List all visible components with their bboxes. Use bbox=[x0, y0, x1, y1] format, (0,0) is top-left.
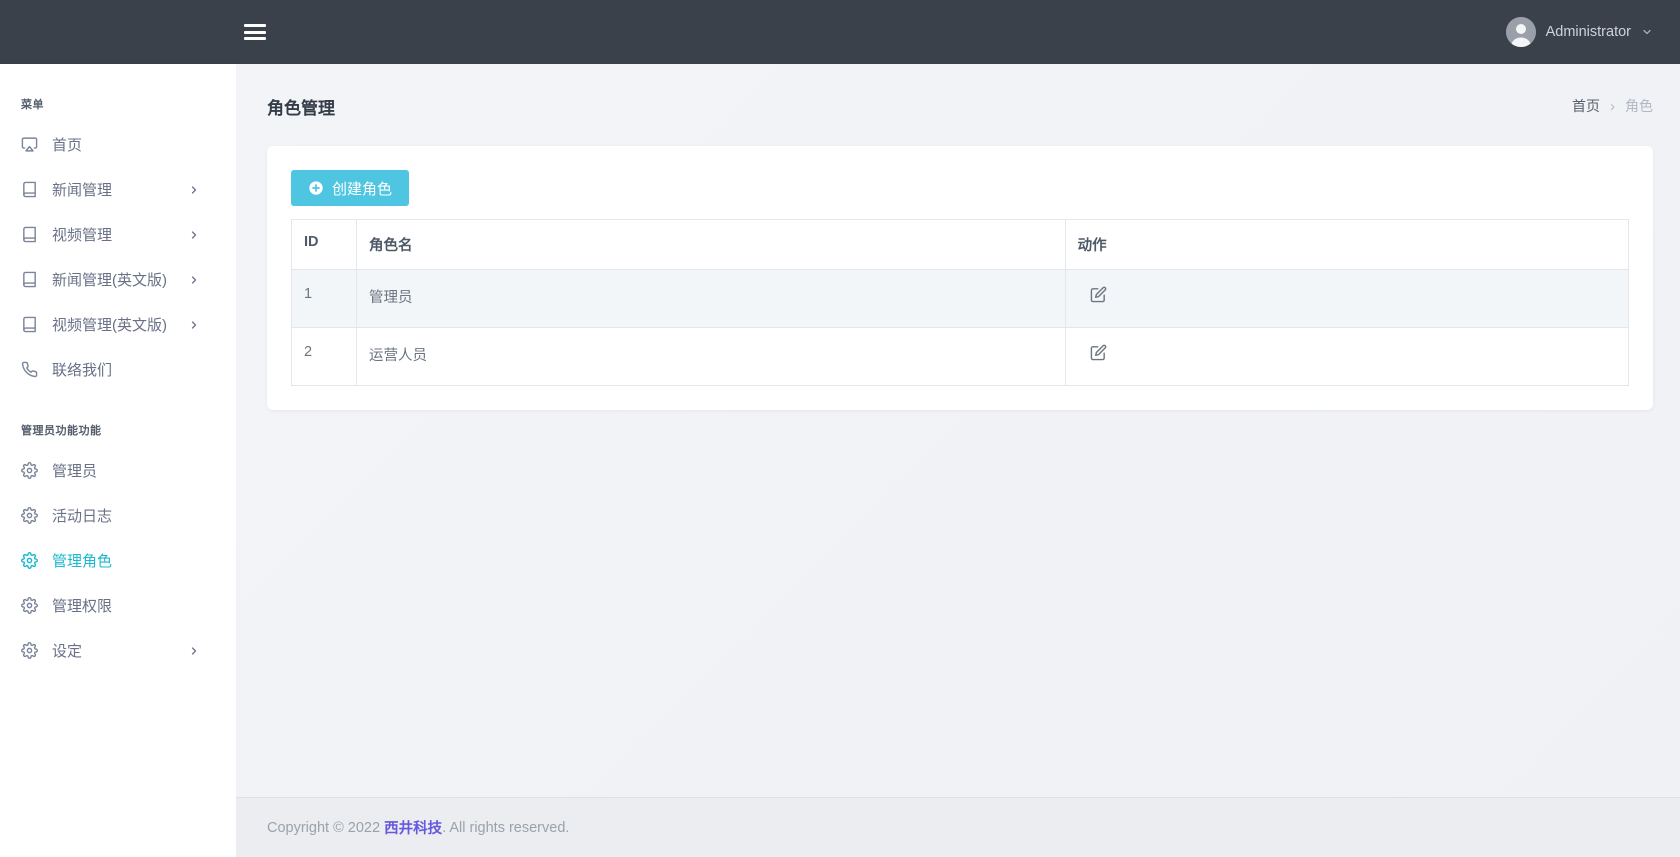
chevron-right-icon bbox=[188, 319, 200, 331]
sidebar-item-admins[interactable]: 管理员 bbox=[0, 448, 236, 493]
sidebar-item-label: 管理员 bbox=[52, 460, 200, 481]
book-icon bbox=[21, 181, 38, 198]
book-icon bbox=[21, 226, 38, 243]
hamburger-icon bbox=[244, 24, 266, 27]
monitor-icon bbox=[21, 136, 38, 153]
breadcrumb-separator-icon: › bbox=[1610, 98, 1615, 115]
sidebar: 菜单 首页 新闻管理 视频管理 新闻管理(英文版) 视频管理(英文版) 联络 bbox=[0, 64, 236, 857]
plus-circle-icon bbox=[308, 180, 324, 196]
column-header-actions: 动作 bbox=[1065, 220, 1628, 270]
edit-role-button[interactable] bbox=[1090, 344, 1107, 361]
role-name-cell: 管理员 bbox=[357, 270, 1066, 328]
sidebar-item-manage-roles[interactable]: 管理角色 bbox=[0, 538, 236, 583]
company-link[interactable]: 西井科技 bbox=[384, 817, 442, 838]
sidebar-item-contact[interactable]: 联络我们 bbox=[0, 347, 236, 392]
role-id-cell: 2 bbox=[292, 328, 357, 386]
gear-icon bbox=[21, 462, 38, 479]
sidebar-item-label: 联络我们 bbox=[52, 359, 200, 380]
table-row: 2 运营人员 bbox=[292, 328, 1629, 386]
sidebar-item-activity-log[interactable]: 活动日志 bbox=[0, 493, 236, 538]
sidebar-item-label: 设定 bbox=[52, 640, 188, 661]
gear-icon bbox=[21, 552, 38, 569]
gear-icon bbox=[21, 597, 38, 614]
edit-role-button[interactable] bbox=[1090, 286, 1107, 303]
gear-icon bbox=[21, 507, 38, 524]
sidebar-item-manage-permissions[interactable]: 管理权限 bbox=[0, 583, 236, 628]
page-header: 角色管理 首页 › 角色 bbox=[267, 89, 1653, 123]
role-actions-cell bbox=[1065, 270, 1628, 328]
top-navbar: Administrator bbox=[0, 0, 1680, 64]
sidebar-toggle-button[interactable] bbox=[244, 24, 266, 40]
chevron-right-icon bbox=[188, 229, 200, 241]
chevron-right-icon bbox=[188, 645, 200, 657]
edit-icon bbox=[1090, 344, 1107, 361]
sidebar-item-label: 视频管理 bbox=[52, 224, 188, 245]
sidebar-section-admin: 管理员功能功能 bbox=[0, 392, 236, 448]
sidebar-item-label: 视频管理(英文版) bbox=[52, 314, 188, 335]
sidebar-item-video[interactable]: 视频管理 bbox=[0, 212, 236, 257]
table-row: 1 管理员 bbox=[292, 270, 1629, 328]
username-label: Administrator bbox=[1546, 24, 1631, 40]
phone-icon bbox=[21, 361, 38, 378]
sidebar-item-label: 管理权限 bbox=[52, 595, 200, 616]
sidebar-item-label: 新闻管理 bbox=[52, 179, 188, 200]
hamburger-icon bbox=[244, 37, 266, 40]
create-role-button-label: 创建角色 bbox=[332, 178, 392, 199]
copyright-suffix: . All rights reserved. bbox=[442, 820, 569, 836]
roles-card: 创建角色 ID 角色名 动作 1 管理员 bbox=[267, 146, 1653, 410]
chevron-down-icon bbox=[1641, 26, 1653, 38]
sidebar-item-news[interactable]: 新闻管理 bbox=[0, 167, 236, 212]
role-name-cell: 运营人员 bbox=[357, 328, 1066, 386]
footer: Copyright © 2022 西井科技. All rights reserv… bbox=[236, 797, 1680, 857]
sidebar-item-label: 管理角色 bbox=[52, 550, 200, 571]
chevron-right-icon bbox=[188, 184, 200, 196]
user-dropdown[interactable]: Administrator bbox=[1506, 17, 1653, 47]
table-header-row: ID 角色名 动作 bbox=[292, 220, 1629, 270]
chevron-right-icon bbox=[188, 274, 200, 286]
sidebar-section-menu: 菜单 bbox=[0, 64, 236, 122]
column-header-name: 角色名 bbox=[357, 220, 1066, 270]
sidebar-item-settings[interactable]: 设定 bbox=[0, 628, 236, 673]
column-header-id: ID bbox=[292, 220, 357, 270]
sidebar-item-label: 首页 bbox=[52, 134, 200, 155]
role-id-cell: 1 bbox=[292, 270, 357, 328]
page-content: 角色管理 首页 › 角色 创建角色 ID 角色名 bbox=[236, 64, 1680, 797]
book-icon bbox=[21, 316, 38, 333]
sidebar-item-label: 活动日志 bbox=[52, 505, 200, 526]
avatar bbox=[1506, 17, 1536, 47]
role-actions-cell bbox=[1065, 328, 1628, 386]
edit-icon bbox=[1090, 286, 1107, 303]
sidebar-item-home[interactable]: 首页 bbox=[0, 122, 236, 167]
sidebar-item-news-en[interactable]: 新闻管理(英文版) bbox=[0, 257, 236, 302]
breadcrumb: 首页 › 角色 bbox=[1572, 96, 1653, 116]
hamburger-icon bbox=[244, 31, 266, 34]
copyright-text: Copyright © 2022 bbox=[267, 820, 380, 836]
sidebar-item-video-en[interactable]: 视频管理(英文版) bbox=[0, 302, 236, 347]
breadcrumb-home-link[interactable]: 首页 bbox=[1572, 96, 1600, 116]
book-icon bbox=[21, 271, 38, 288]
page-title: 角色管理 bbox=[267, 94, 335, 119]
breadcrumb-current: 角色 bbox=[1625, 96, 1653, 116]
main-area: 角色管理 首页 › 角色 创建角色 ID 角色名 bbox=[236, 64, 1680, 857]
sidebar-item-label: 新闻管理(英文版) bbox=[52, 269, 188, 290]
gear-icon bbox=[21, 642, 38, 659]
create-role-button[interactable]: 创建角色 bbox=[291, 170, 409, 206]
roles-table: ID 角色名 动作 1 管理员 bbox=[291, 219, 1629, 386]
